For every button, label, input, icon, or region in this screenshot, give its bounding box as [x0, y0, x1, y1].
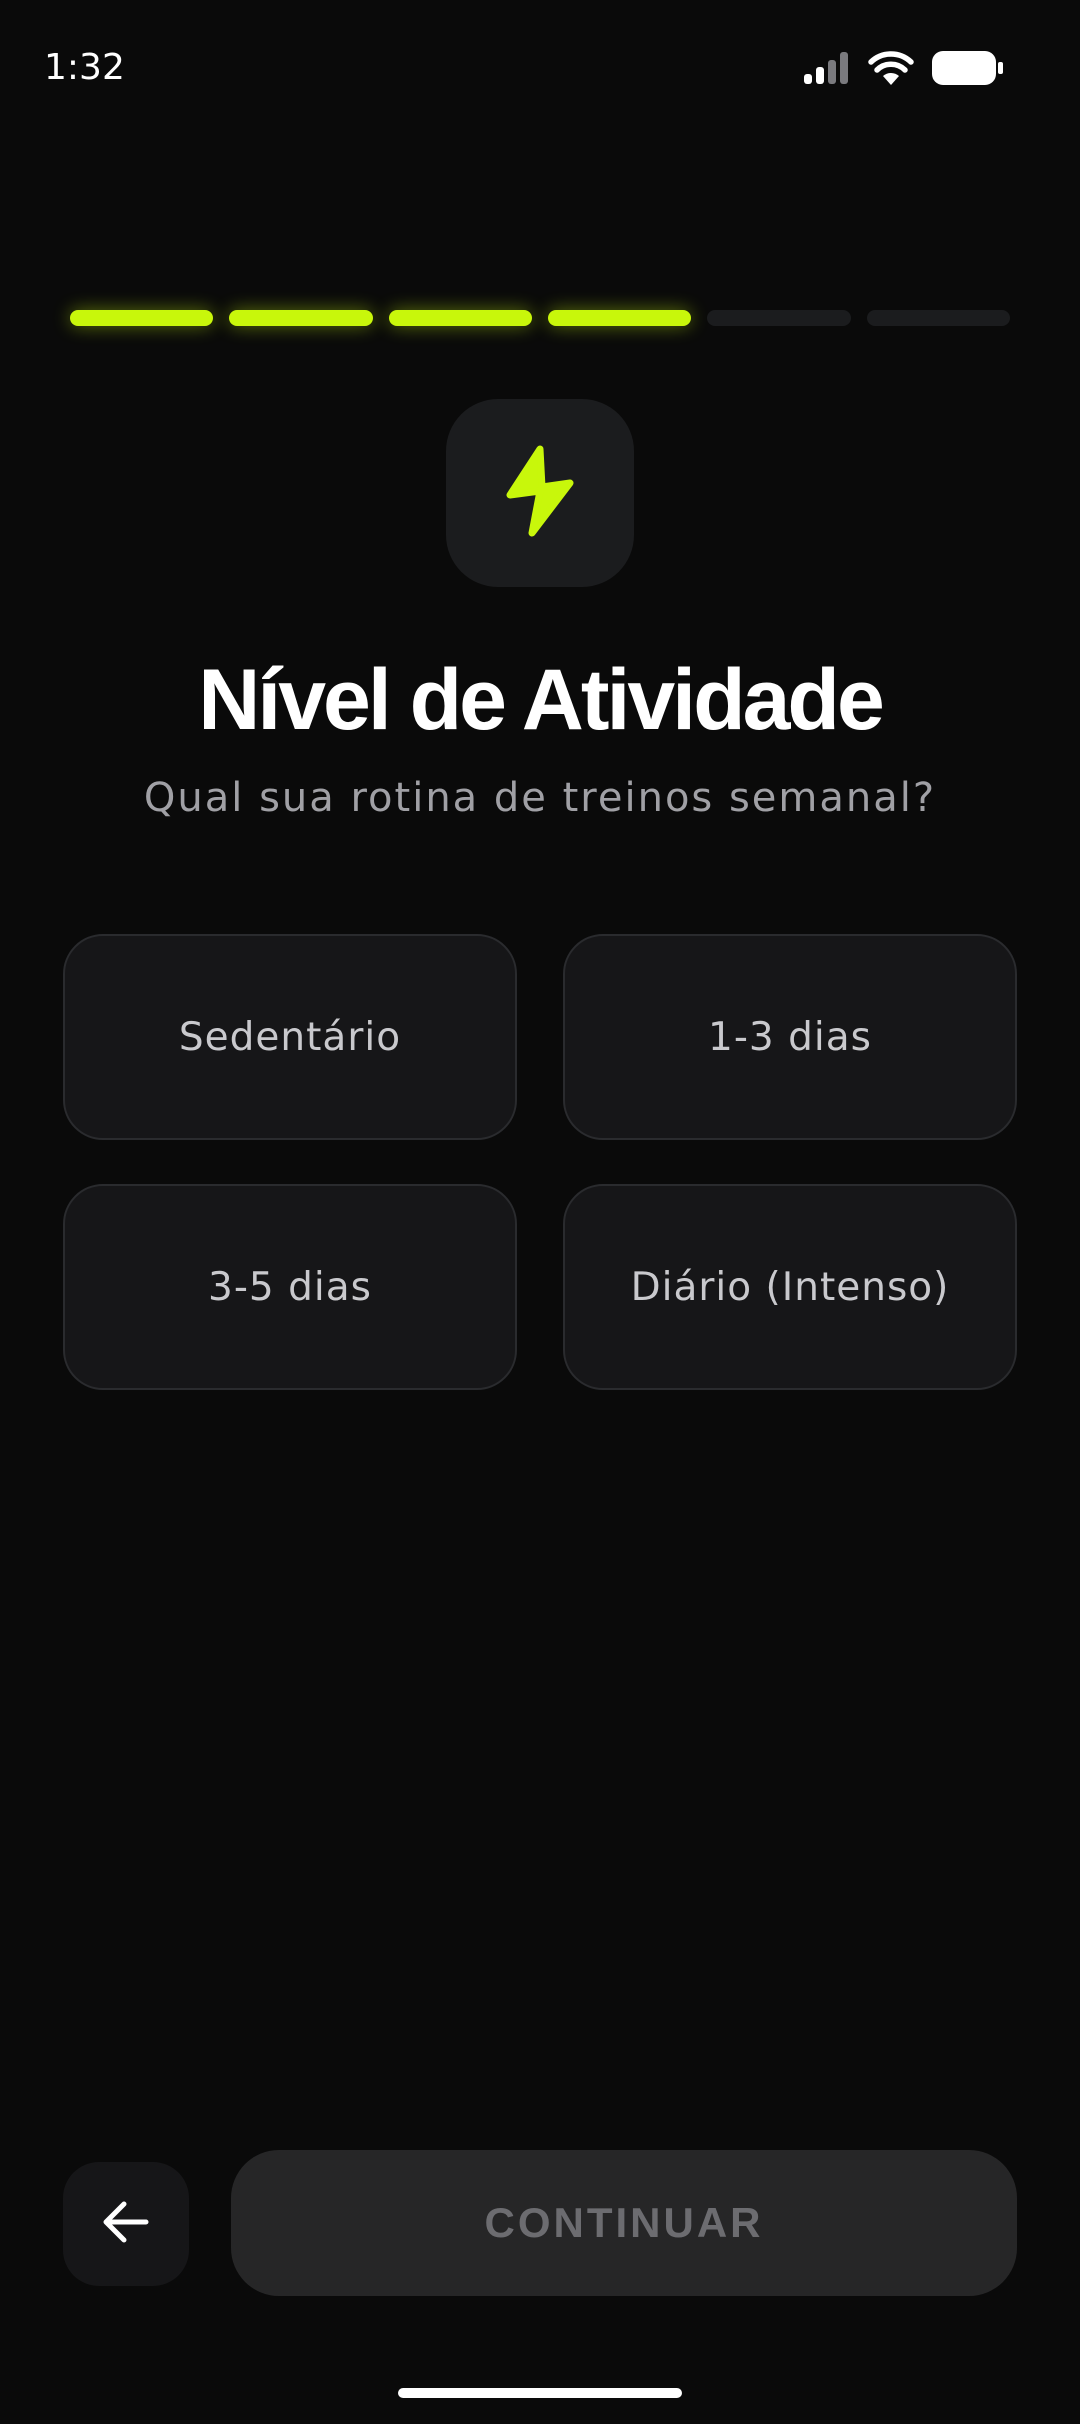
- option-daily-intense[interactable]: Diário (Intenso): [563, 1184, 1017, 1390]
- option-sedentary[interactable]: Sedentário: [63, 934, 517, 1140]
- page-subtitle: Qual sua rotina de treinos semanal?: [143, 775, 937, 821]
- battery-icon: [932, 50, 1004, 90]
- cellular-signal-icon: [804, 51, 850, 89]
- arrow-left-icon: [102, 2200, 150, 2249]
- back-button[interactable]: [63, 2162, 189, 2286]
- option-1-3-days[interactable]: 1-3 dias: [563, 934, 1017, 1140]
- status-icons: [804, 50, 1004, 90]
- wifi-icon: [868, 50, 914, 90]
- status-time: 1:32: [44, 47, 125, 88]
- progress-segment: [707, 310, 851, 326]
- continue-button[interactable]: CONTINUAR: [231, 2150, 1017, 2296]
- progress-indicator: [70, 310, 1010, 326]
- activity-icon-tile: [446, 399, 634, 587]
- page-title: Nível de Atividade: [198, 652, 885, 748]
- progress-segment: [547, 310, 692, 326]
- progress-segment: [70, 310, 214, 326]
- progress-segment: [866, 310, 1010, 326]
- progress-segment: [229, 310, 373, 326]
- lightning-bolt-icon: [500, 445, 580, 542]
- option-3-5-days[interactable]: 3-5 dias: [63, 1184, 517, 1390]
- progress-segment: [388, 310, 532, 326]
- home-indicator: [398, 2388, 682, 2398]
- activity-options: Sedentário 1-3 dias 3-5 dias Diário (Int…: [63, 934, 1017, 1390]
